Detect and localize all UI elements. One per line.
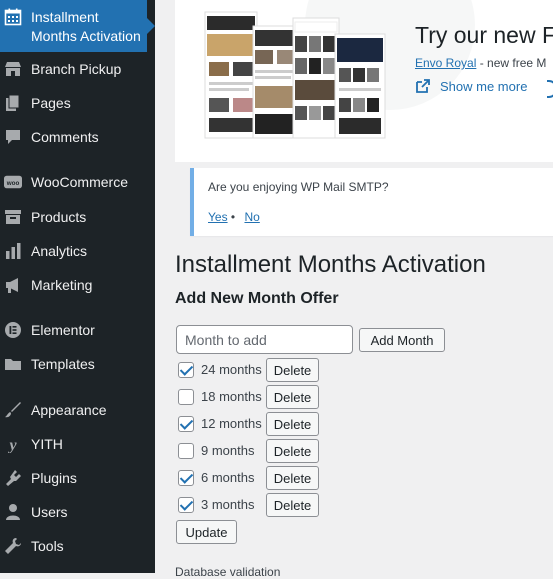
add-month-button[interactable]: Add Month — [359, 328, 445, 352]
notice-yes-link[interactable]: Yes — [208, 210, 228, 224]
month-checkbox[interactable] — [178, 497, 194, 513]
month-row: 12 months Delete — [176, 412, 336, 436]
theme-promo-banner: Try our new F Envo Royal - new free M Sh… — [175, 0, 553, 162]
sidebar-item-appearance[interactable]: Appearance — [0, 395, 155, 425]
sidebar-item-products[interactable]: Products — [0, 202, 155, 232]
wrench-icon — [4, 537, 22, 555]
sidebar-item-marketing[interactable]: Marketing — [0, 270, 155, 300]
delete-button[interactable]: Delete — [266, 439, 319, 463]
month-row: 24 months Delete — [176, 358, 336, 382]
refresh-icon[interactable] — [547, 80, 553, 98]
theme-link[interactable]: Envo Royal — [415, 56, 476, 70]
pages-icon — [4, 94, 22, 112]
sidebar-item-analytics[interactable]: Analytics — [0, 236, 155, 266]
promo-title: Try our new F — [415, 22, 553, 48]
notice-question: Are you enjoying WP Mail SMTP? — [208, 180, 389, 194]
sidebar-item-elementor[interactable]: Elementor — [0, 315, 155, 345]
woo-icon: woo — [4, 173, 22, 191]
show-more-link[interactable]: Show me more — [415, 78, 527, 94]
store-icon — [4, 60, 22, 78]
user-icon — [4, 503, 22, 521]
sidebar-item-plugins[interactable]: Plugins — [0, 463, 155, 493]
notice-separator: • — [230, 210, 236, 224]
wp-mail-smtp-notice: Are you enjoying WP Mail SMTP? Yes • No — [190, 168, 553, 236]
delete-button[interactable]: Delete — [266, 358, 319, 382]
folder-icon — [4, 355, 22, 373]
month-row: 9 months Delete — [176, 439, 336, 463]
admin-sidebar: Installment Months Activation Branch Pick… — [0, 0, 155, 573]
page-title: Installment Months Activation — [175, 251, 486, 278]
month-checkbox[interactable] — [178, 362, 194, 378]
section-title: Add New Month Offer — [175, 290, 339, 307]
sidebar-item-branch-pickup[interactable]: Branch Pickup — [0, 54, 155, 84]
sidebar-item-label: Installment Months Activation — [31, 9, 141, 44]
sidebar-item-users[interactable]: Users — [0, 497, 155, 527]
yith-icon: y — [4, 435, 22, 453]
sidebar-item-tools[interactable]: Tools — [0, 531, 155, 561]
bar-chart-icon — [4, 242, 22, 260]
month-row: 3 months Delete — [176, 493, 336, 517]
delete-button[interactable]: Delete — [266, 493, 319, 517]
delete-button[interactable]: Delete — [266, 412, 319, 436]
brush-icon — [4, 401, 22, 419]
archive-icon — [4, 208, 22, 226]
svg-text:woo: woo — [6, 180, 20, 187]
promo-subtitle: Envo Royal - new free M — [415, 56, 547, 70]
megaphone-icon — [4, 276, 22, 294]
calendar-icon — [4, 8, 22, 26]
delete-button[interactable]: Delete — [266, 466, 319, 490]
database-validation-heading: Database validation — [175, 565, 281, 579]
month-checkbox[interactable] — [178, 470, 194, 486]
theme-preview-image — [204, 11, 386, 139]
sidebar-item-woocommerce[interactable]: woo WooCommerce — [0, 167, 155, 197]
elementor-icon — [4, 321, 22, 339]
month-input[interactable] — [176, 325, 353, 354]
sidebar-item-pages[interactable]: Pages — [0, 88, 155, 118]
notice-no-link[interactable]: No — [244, 210, 259, 224]
month-checkbox[interactable] — [178, 389, 194, 405]
comment-icon — [4, 128, 22, 146]
external-link-icon — [416, 79, 430, 93]
notice-links: Yes • No — [208, 210, 260, 224]
svg-text:y: y — [7, 437, 17, 453]
sidebar-item-yith[interactable]: y YITH — [0, 429, 155, 459]
month-row: 18 months Delete — [176, 385, 336, 409]
month-checkbox[interactable] — [178, 443, 194, 459]
sidebar-item-installment-months[interactable]: Installment Months Activation — [0, 0, 155, 52]
plugin-icon — [4, 469, 22, 487]
update-button[interactable]: Update — [176, 520, 237, 544]
sidebar-item-comments[interactable]: Comments — [0, 122, 155, 152]
month-row: 6 months Delete — [176, 466, 336, 490]
sidebar-item-templates[interactable]: Templates — [0, 349, 155, 379]
month-checkbox[interactable] — [178, 416, 194, 432]
delete-button[interactable]: Delete — [266, 385, 319, 409]
